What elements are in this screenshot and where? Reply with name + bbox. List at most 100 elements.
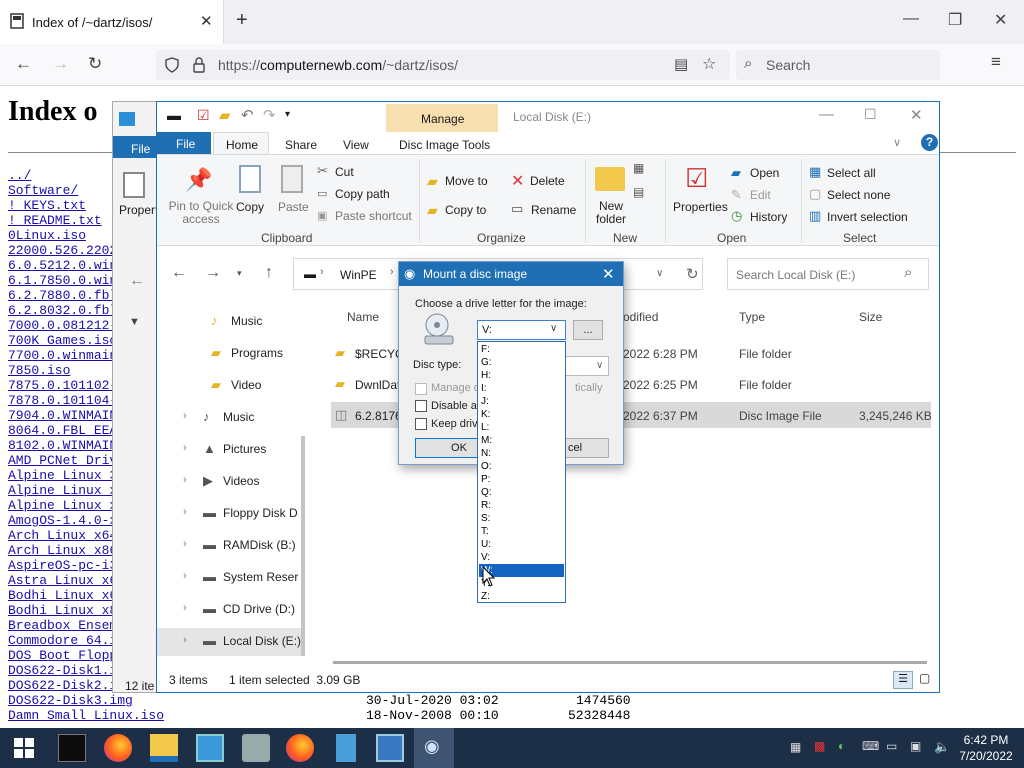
file-link[interactable]: 6.2.7880.0.fbl_ — [8, 288, 125, 303]
column-type[interactable]: Type — [739, 310, 765, 324]
file-link[interactable]: DOS622-Disk2.im — [8, 678, 125, 693]
forward-icon[interactable]: → — [205, 264, 221, 282]
file-link[interactable]: ! KEYS.txt — [8, 198, 86, 213]
file-link[interactable]: 6.2.8032.0.fbl_ — [8, 303, 125, 318]
paste-shortcut-button[interactable]: Paste shortcut — [335, 209, 412, 223]
explorer-search-input[interactable]: Search Local Disk (E:) ⌕ — [727, 258, 929, 290]
start-icon[interactable] — [10, 734, 38, 762]
back-nav-icon[interactable]: ← — [129, 272, 145, 290]
drive-letter-option[interactable]: Z: — [479, 590, 564, 603]
help-icon[interactable]: ? — [921, 134, 938, 151]
drive-letter-option[interactable]: L: — [479, 421, 564, 434]
file-link[interactable]: Bodhi Linux x86 — [8, 603, 125, 618]
reader-view-icon[interactable]: ▤ — [674, 55, 688, 73]
open-button[interactable]: Open — [750, 166, 779, 180]
tree-item[interactable]: › ▬ CD Drive (D:) — [157, 596, 303, 624]
file-link[interactable]: AMD PCNet Drive — [8, 453, 125, 468]
file-link[interactable]: 7000.0.081212-1 — [8, 318, 125, 333]
color-tray-icon[interactable]: ▩ — [814, 739, 825, 753]
cut-button[interactable]: Cut — [335, 165, 354, 179]
chevron-right-icon[interactable]: › — [183, 410, 187, 422]
disc-type-select[interactable]: ∨ — [565, 356, 609, 376]
file-link[interactable]: 22000.526.22020 — [8, 243, 125, 258]
file-link[interactable]: 6.0.5212.0.winm — [8, 258, 125, 273]
system-menu-icon[interactable]: ▬ — [167, 107, 181, 123]
tree-item[interactable]: ▰ Video — [157, 372, 303, 400]
chevron-right-icon[interactable]: › — [320, 266, 324, 278]
back-icon[interactable]: ← — [15, 54, 32, 74]
drive-letter-option[interactable]: V: — [479, 551, 564, 564]
forward-icon[interactable]: → — [52, 54, 69, 74]
monitor-tray-icon[interactable]: ▣ — [910, 739, 921, 753]
tree-item[interactable]: ▰ Programs — [157, 340, 303, 368]
dialog-close-icon[interactable]: ✕ — [602, 265, 615, 283]
tree-item[interactable]: › ▲ Pictures — [157, 436, 303, 464]
file-link[interactable]: Commodore 64.is — [8, 633, 125, 648]
file-link[interactable]: 700K Games.iso — [8, 333, 117, 348]
file-link[interactable]: Arch Linux x64. — [8, 528, 125, 543]
chevron-right-icon[interactable]: › — [183, 538, 187, 550]
new-folder-button[interactable]: New folder — [593, 200, 629, 226]
url-bar[interactable]: https://computernewb.com/~dartz/isos/ ▤ … — [156, 50, 730, 80]
easy-access-icon[interactable]: ▤ — [633, 185, 644, 199]
file-link[interactable]: ! README.txt — [8, 213, 102, 228]
drive-letter-option[interactable]: G: — [479, 356, 564, 369]
file-link[interactable]: DOS622-Disk3.img — [8, 693, 133, 708]
tree-item[interactable]: › ▬ System Reser — [157, 564, 303, 592]
chevron-right-icon[interactable]: › — [183, 602, 187, 614]
firefox-icon[interactable] — [104, 734, 132, 762]
tree-item[interactable]: › ▬ Local Disk (E:) — [157, 628, 303, 656]
file-link[interactable]: Damn Small Linux.iso — [8, 708, 164, 723]
move-to-button[interactable]: Move to — [445, 174, 488, 188]
refresh-icon[interactable]: ↻ — [686, 265, 699, 283]
tree-item[interactable]: › ▬ Floppy Disk D — [157, 500, 303, 528]
file-link[interactable]: 0Linux.iso — [8, 228, 86, 243]
file-link[interactable]: 7850.iso — [8, 363, 70, 378]
document-icon[interactable] — [336, 734, 356, 762]
menu-icon[interactable]: ≡ — [991, 52, 1001, 72]
paste-button[interactable]: Paste — [278, 200, 309, 214]
copy-button[interactable]: Copy — [236, 200, 264, 214]
disable-autoplay-checkbox[interactable] — [415, 400, 427, 412]
history-button[interactable]: History — [750, 210, 787, 224]
chevron-right-icon[interactable]: › — [183, 474, 187, 486]
keep-drive-checkbox[interactable] — [415, 418, 427, 430]
drive-letter-option[interactable]: U: — [479, 538, 564, 551]
tree-item[interactable]: › ♪ Music — [157, 404, 303, 432]
desktop-icon[interactable] — [196, 734, 224, 762]
file-link[interactable]: Bodhi Linux x64 — [8, 588, 125, 603]
shield-icon[interactable] — [164, 57, 180, 73]
file-link[interactable]: 7875.0.101102-1 — [8, 378, 125, 393]
large-icons-view-icon[interactable]: ▢ — [919, 671, 930, 685]
file-link[interactable]: 7904.0.WINMAIN. — [8, 408, 125, 423]
rename-button[interactable]: Rename — [531, 203, 576, 217]
chevron-right-icon[interactable]: › — [183, 506, 187, 518]
copy-path-button[interactable]: Copy path — [335, 187, 390, 201]
tab-view[interactable]: View — [343, 138, 369, 152]
drive-letter-option[interactable]: Q: — [479, 486, 564, 499]
back-icon[interactable]: ← — [171, 264, 187, 282]
file-link[interactable]: Breadbox Ensemb — [8, 618, 125, 633]
close-tab-icon[interactable]: ✕ — [200, 12, 213, 30]
tab-share[interactable]: Share — [285, 138, 317, 152]
file-link[interactable]: AspireOS-pc-i38 — [8, 558, 125, 573]
drive-letter-option[interactable]: M: — [479, 434, 564, 447]
drive-letter-option[interactable]: R: — [479, 499, 564, 512]
search-input[interactable]: ⌕ Search — [736, 50, 940, 80]
tree-scrollbar[interactable] — [301, 436, 305, 656]
properties-qat-icon[interactable]: ☑ — [197, 107, 210, 124]
horizontal-scrollbar[interactable] — [333, 661, 927, 664]
back-properties-label[interactable]: Propert — [119, 203, 158, 217]
tree-item[interactable]: ♪ Music — [157, 308, 303, 336]
file-link[interactable]: Alpine Linux x6 — [8, 483, 125, 498]
tab-file[interactable]: File — [157, 132, 211, 154]
column-modified[interactable]: odified — [623, 310, 658, 324]
display-tray-icon[interactable]: ▭ — [886, 739, 897, 753]
tab-disc-image-tools[interactable]: Disc Image Tools — [399, 138, 490, 152]
close-icon[interactable]: ✕ — [910, 106, 923, 124]
file-link[interactable]: 7878.0.101104-1 — [8, 393, 125, 408]
drive-letter-option[interactable]: I: — [479, 382, 564, 395]
collapse-ribbon-icon[interactable]: ∨ — [893, 136, 901, 149]
shield-tray-icon[interactable]: ◐ — [838, 739, 845, 753]
taskbar-clock[interactable]: 6:42 PM 7/20/2022 — [958, 732, 1014, 764]
